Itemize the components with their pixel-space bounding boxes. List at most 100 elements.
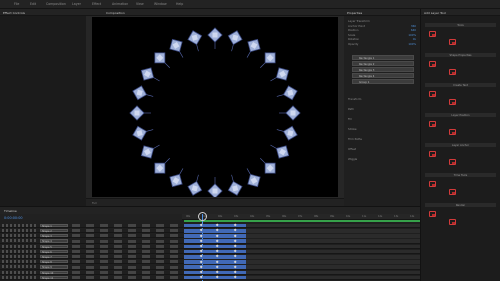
layer-switches[interactable] bbox=[2, 239, 36, 243]
layer-switches[interactable] bbox=[2, 228, 36, 232]
current-time-handle[interactable] bbox=[198, 212, 207, 221]
tool-icon[interactable] bbox=[429, 31, 436, 37]
layer-item[interactable]: Rectangle 3 bbox=[352, 67, 414, 72]
layer-name-field[interactable]: Shape 4 bbox=[40, 239, 68, 243]
tool-icon[interactable] bbox=[449, 39, 456, 45]
tab-tool[interactable]: Add Layer Tool bbox=[424, 11, 446, 15]
tab-properties[interactable]: Properties bbox=[347, 11, 362, 15]
property-group[interactable]: Wiggle bbox=[348, 157, 357, 161]
ring-shape[interactable] bbox=[169, 38, 183, 53]
layer-modes[interactable] bbox=[72, 234, 180, 238]
menu-item-animation[interactable]: Animation bbox=[112, 2, 128, 6]
zoom-label[interactable]: Full bbox=[92, 201, 97, 205]
tool-section-header[interactable]: Time Tools bbox=[425, 173, 496, 177]
ring-shape[interactable] bbox=[285, 105, 301, 121]
ring-shape[interactable] bbox=[132, 125, 148, 141]
tool-section-header[interactable]: Render bbox=[425, 203, 496, 207]
menu-item-layer[interactable]: Layer bbox=[72, 2, 81, 6]
layer-switches[interactable] bbox=[2, 234, 36, 238]
tab-timeline[interactable]: Timeline bbox=[4, 209, 17, 213]
tool-icon[interactable] bbox=[449, 99, 456, 105]
layer-modes[interactable] bbox=[72, 260, 180, 264]
menu-item-view[interactable]: View bbox=[136, 2, 144, 6]
layer-switches[interactable] bbox=[2, 260, 36, 264]
layer-modes[interactable] bbox=[72, 250, 180, 253]
menu-item-window[interactable]: Window bbox=[154, 2, 167, 6]
tab-composition[interactable]: Composition bbox=[106, 11, 125, 15]
property-group[interactable]: Fill bbox=[348, 117, 352, 121]
tab-effect-controls[interactable]: Effect Controls bbox=[3, 11, 25, 15]
property-value[interactable]: 640 bbox=[411, 28, 416, 32]
tool-icon[interactable] bbox=[449, 189, 456, 195]
layer-modes[interactable] bbox=[72, 265, 180, 269]
ring-shape[interactable] bbox=[264, 162, 276, 174]
property-group[interactable]: Path bbox=[348, 107, 354, 111]
layer-item[interactable]: Rectangle 4 bbox=[352, 73, 414, 78]
property-group[interactable]: Offset bbox=[348, 147, 356, 151]
layer-switches[interactable] bbox=[2, 223, 36, 227]
layer-switches[interactable] bbox=[2, 265, 36, 269]
ring-shape[interactable] bbox=[207, 183, 223, 199]
timeline-layer-row[interactable]: Shape 11 bbox=[0, 275, 420, 280]
ring-shape[interactable] bbox=[140, 67, 155, 81]
layer-switches[interactable] bbox=[2, 275, 36, 279]
ring-shape[interactable] bbox=[275, 145, 290, 159]
property-value[interactable]: 100% bbox=[408, 42, 416, 46]
comp-viewer[interactable] bbox=[92, 17, 338, 199]
layer-item[interactable]: Rectangle 2 bbox=[352, 61, 414, 66]
layer-name-field[interactable]: Shape 6 bbox=[40, 249, 68, 254]
ring-shape[interactable] bbox=[154, 52, 166, 64]
tool-icon[interactable] bbox=[449, 219, 456, 225]
menu-item-edit[interactable]: Edit bbox=[30, 2, 36, 6]
ring-shape[interactable] bbox=[247, 173, 261, 188]
ring-shape[interactable] bbox=[169, 173, 183, 188]
property-group[interactable]: Transform bbox=[348, 97, 361, 101]
layer-switches[interactable] bbox=[2, 254, 36, 258]
layer-name-field[interactable]: Shape 5 bbox=[40, 244, 68, 249]
ring-shape[interactable] bbox=[282, 125, 298, 141]
ring-shape[interactable] bbox=[187, 30, 203, 46]
menu-item-help[interactable]: Help bbox=[176, 2, 183, 6]
layer-modes[interactable] bbox=[72, 224, 180, 227]
tool-icon[interactable] bbox=[429, 91, 436, 97]
tool-icon[interactable] bbox=[449, 159, 456, 165]
layer-switches[interactable] bbox=[2, 270, 36, 274]
tool-icon[interactable] bbox=[429, 61, 436, 67]
layer-modes[interactable] bbox=[72, 276, 180, 279]
property-value[interactable]: 360 bbox=[411, 24, 416, 28]
layer-item[interactable]: Group 1 bbox=[352, 79, 414, 84]
ring-shape[interactable] bbox=[187, 180, 203, 196]
layer-item[interactable]: Rectangle 1 bbox=[352, 55, 414, 60]
timecode[interactable]: 0:00:00:00 bbox=[4, 216, 23, 220]
layer-modes[interactable] bbox=[72, 255, 180, 259]
tool-icon[interactable] bbox=[429, 181, 436, 187]
layer-name-field[interactable]: Shape 1 bbox=[40, 223, 68, 228]
layer-name-field[interactable]: Shape 7 bbox=[40, 254, 68, 259]
tool-section-header[interactable]: Tools bbox=[425, 23, 496, 27]
layer-switches[interactable] bbox=[2, 244, 36, 248]
ring-shape[interactable] bbox=[132, 85, 148, 101]
layer-name-field[interactable]: Shape 8 bbox=[40, 260, 68, 264]
property-value[interactable]: 100% bbox=[408, 33, 416, 37]
menu-item-composition[interactable]: Composition bbox=[46, 2, 66, 6]
layer-modes[interactable] bbox=[72, 239, 180, 243]
ring-shape[interactable] bbox=[275, 67, 290, 81]
layer-switches[interactable] bbox=[2, 249, 36, 253]
ring-shape[interactable] bbox=[247, 38, 261, 53]
menu-item-file[interactable]: File bbox=[14, 2, 19, 6]
tool-icon[interactable] bbox=[449, 69, 456, 75]
tool-section-header[interactable]: Layer Anchor bbox=[425, 143, 496, 147]
layer-name-field[interactable]: Shape 10 bbox=[40, 270, 68, 275]
ring-shape[interactable] bbox=[207, 27, 223, 43]
layer-name-field[interactable]: Shape 2 bbox=[40, 228, 68, 233]
tool-section-header[interactable]: Layer Position bbox=[425, 113, 496, 117]
tool-section-header[interactable]: Create Text bbox=[425, 83, 496, 87]
ring-shape[interactable] bbox=[154, 162, 166, 174]
layer-name-field[interactable]: Shape 3 bbox=[40, 234, 68, 238]
menu-item-effect[interactable]: Effect bbox=[92, 2, 101, 6]
tool-icon[interactable] bbox=[429, 121, 436, 127]
ring-shape[interactable] bbox=[140, 145, 155, 159]
layer-modes[interactable] bbox=[72, 244, 180, 248]
layer-name-field[interactable]: Shape 9 bbox=[40, 265, 68, 269]
ring-shape[interactable] bbox=[282, 85, 298, 101]
